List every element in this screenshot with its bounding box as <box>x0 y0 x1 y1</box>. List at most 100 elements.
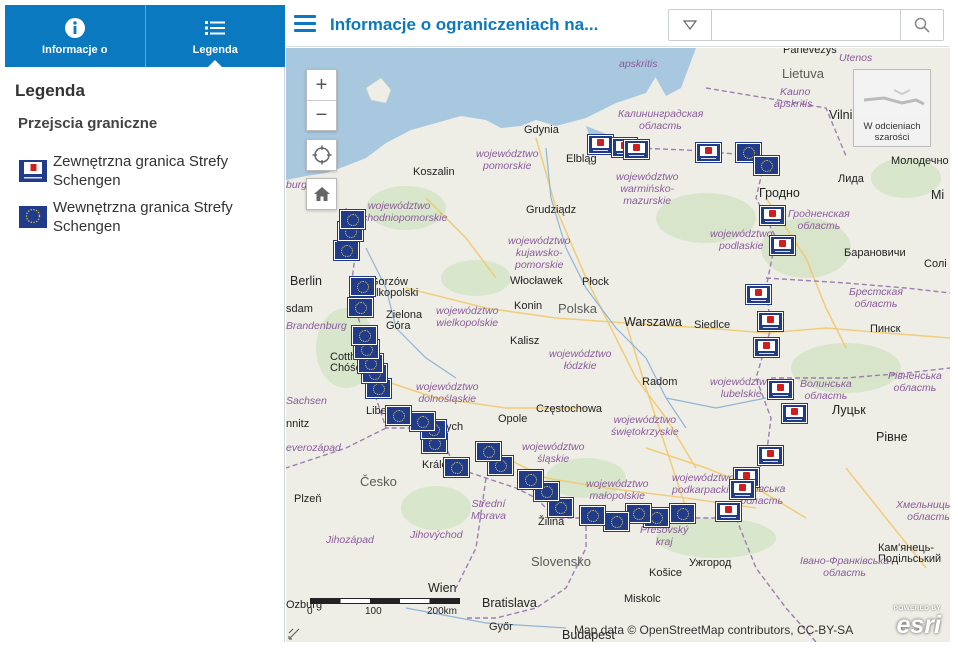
map-label-utenos: Utenos <box>839 52 873 64</box>
crossing-marker-internal[interactable] <box>754 156 779 175</box>
map-label-sdam: sdam <box>286 303 313 315</box>
map-label-polska: Polska <box>558 301 598 316</box>
home-control <box>306 178 337 210</box>
tab-informacje[interactable]: Informacje o <box>5 5 145 67</box>
zoom-in-button[interactable]: + <box>307 70 336 100</box>
search-box <box>668 9 944 41</box>
crossing-marker-internal[interactable] <box>334 241 359 260</box>
map-label-mi: Мі <box>931 188 945 202</box>
crossing-marker-internal[interactable] <box>350 277 375 296</box>
map-label-siedlce: Siedlce <box>694 319 731 331</box>
map-label-lida: Лида <box>838 173 864 185</box>
map-label-severozapad: everozápad <box>286 442 341 454</box>
crossing-marker-internal[interactable] <box>626 504 651 523</box>
map-label-jihovychod: Jihovýchod <box>410 529 463 541</box>
legend-item-internal-label: Wewnętrzna granica Strefy Schengen <box>53 199 233 235</box>
map-label-grudziadz: Grudziądz <box>526 204 577 216</box>
crossing-marker-internal[interactable] <box>604 512 629 531</box>
crossing-marker-internal[interactable] <box>352 326 377 345</box>
legend-item-external: Zewnętrzna granica Strefy Schengen <box>18 152 275 190</box>
map-label-brestskaya: Брестская область <box>849 286 903 310</box>
map-label-stredni: Střední Morava <box>471 498 507 522</box>
map-label-lubelskie: województwo lubelskie <box>710 376 773 400</box>
esri-logo: POWERED BY esri <box>879 605 941 639</box>
map-label-zielona: Zielona Góra <box>386 309 423 332</box>
map-label-kalisz: Kalisz <box>510 335 540 347</box>
map-label-solig: Солі <box>924 258 947 270</box>
crossing-marker-internal[interactable] <box>386 406 411 425</box>
map-label-swietokrzyskie: województwo świętokrzyskie <box>611 414 679 438</box>
search-input[interactable] <box>712 10 900 40</box>
tab-legenda[interactable]: Legenda <box>144 5 286 67</box>
crossing-marker-internal[interactable] <box>670 504 695 523</box>
crossing-marker-external[interactable] <box>758 446 783 465</box>
map-label-grodno: Гродно <box>759 186 800 200</box>
map-label-pinsk: Пинск <box>870 323 901 335</box>
crossing-marker-external[interactable] <box>730 480 755 499</box>
crossing-marker-external[interactable] <box>696 143 721 162</box>
menu-icon[interactable] <box>294 15 316 35</box>
map-label-czestochowa: Częstochowa <box>536 403 603 415</box>
crossing-marker-external[interactable] <box>716 502 741 521</box>
info-icon <box>64 16 86 40</box>
search-source-dropdown[interactable] <box>669 10 712 40</box>
home-icon <box>313 187 330 201</box>
crossing-marker-external[interactable] <box>782 404 807 423</box>
basemap-toggle[interactable]: W odcieniach szarości <box>853 69 931 147</box>
scale-tick: 200km <box>427 606 458 617</box>
map-attribution: Map data © OpenStreetMap contributors, C… <box>574 623 854 637</box>
resize-handle-icon[interactable] <box>288 628 300 640</box>
crossing-marker-internal[interactable] <box>476 442 501 461</box>
crossing-marker-internal[interactable] <box>580 506 605 525</box>
list-icon <box>205 16 226 40</box>
legend-title: Legenda <box>15 81 85 100</box>
esri-wordmark: esri <box>896 611 941 639</box>
crossing-marker-internal[interactable] <box>410 412 435 431</box>
zoom-control: + − <box>306 69 337 131</box>
locate-control <box>306 139 337 171</box>
map-label-ivano: Івано-Франківська область <box>800 555 890 579</box>
crossing-marker-external[interactable] <box>624 140 649 159</box>
crossing-marker-internal[interactable] <box>518 470 543 489</box>
crosshair-icon <box>312 145 331 165</box>
map-label-zachodniopomorskie: województwo zachodniopomorskie <box>351 200 448 224</box>
map-label-kaliningrad1: Калининградская <box>618 108 704 120</box>
external-border-icon <box>18 159 48 183</box>
crossing-marker-external[interactable] <box>588 135 613 154</box>
map-label-gdynia: Gdynia <box>524 124 559 136</box>
map-label-presovsky: Prešovský kraj <box>640 524 689 548</box>
map-label-miskolc: Miskolc <box>624 593 661 605</box>
triangle-down-icon <box>683 20 697 30</box>
crossing-marker-external[interactable] <box>758 312 783 331</box>
crossing-marker-internal[interactable] <box>340 210 365 229</box>
crossing-marker-internal[interactable] <box>348 298 373 317</box>
map-view[interactable]: Panevezys Utenos apskritis Lietuva Kauno… <box>286 48 950 642</box>
home-button[interactable] <box>307 179 336 209</box>
zoom-out-button[interactable]: − <box>307 100 336 130</box>
map-label-sachsen: Sachsen <box>286 395 327 407</box>
scale-tick: 0 <box>307 606 313 617</box>
crossing-marker-external[interactable] <box>770 236 795 255</box>
map-label-kosice: Košice <box>649 567 683 579</box>
map-label-podlaskie: województwo podlaskie <box>710 228 773 252</box>
search-button[interactable] <box>900 10 943 40</box>
locate-button[interactable] <box>307 140 336 170</box>
map-label-radom: Radom <box>642 376 678 388</box>
crossing-marker-external[interactable] <box>746 285 771 304</box>
map-label-burg: burg <box>286 179 308 191</box>
crossing-marker-internal[interactable] <box>444 458 469 477</box>
legend-item-external-label: Zewnętrzna granica Strefy Schengen <box>53 153 229 189</box>
map-label-rivnenska: Рівненська область <box>888 370 942 394</box>
map-label-panevezys: Panevezys <box>783 48 837 56</box>
map-label-nitz: nnitz <box>286 418 310 430</box>
map-label-koszalin: Koszalin <box>413 166 455 178</box>
internal-border-icon <box>18 205 48 229</box>
map-label-lodzkie: województwo łódzkie <box>549 348 612 372</box>
crossing-marker-external[interactable] <box>760 206 785 225</box>
map-label-warszawa: Warszawa <box>624 315 682 329</box>
map-label-lietuva: Lietuva <box>782 66 824 81</box>
basemap-thumbnail <box>854 70 930 116</box>
crossing-marker-external[interactable] <box>768 380 793 399</box>
crossing-marker-external[interactable] <box>754 338 779 357</box>
map-label-wloclawek: Włocławek <box>510 275 563 287</box>
